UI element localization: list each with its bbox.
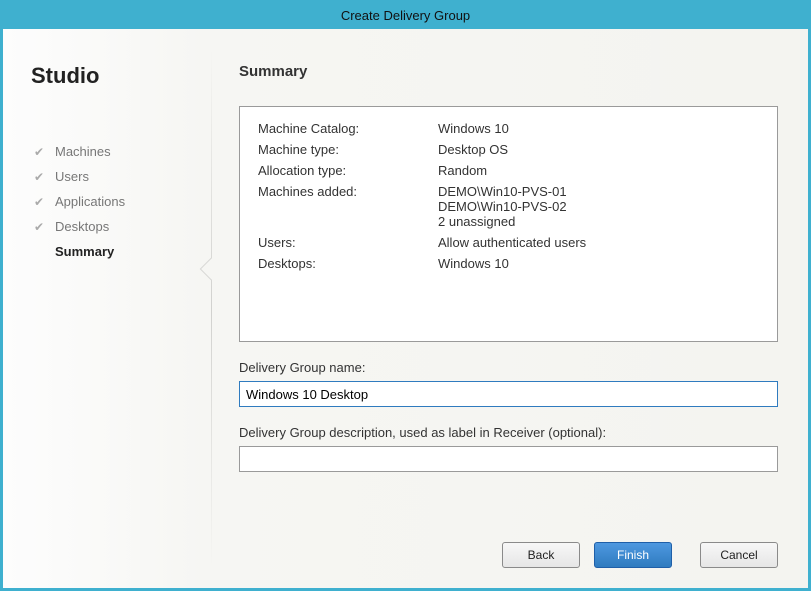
step-applications[interactable]: ✔ Applications [31,189,211,214]
summary-value: Allow authenticated users [438,235,759,250]
delivery-group-description-input[interactable] [239,446,778,472]
summary-row-users: Users: Allow authenticated users [258,235,759,250]
wizard-main: Summary Machine Catalog: Windows 10 Mach… [211,55,778,568]
delivery-group-name-label: Delivery Group name: [239,360,778,375]
check-icon: ✔ [31,195,47,209]
step-summary[interactable]: ✔ Summary [31,239,211,264]
wizard-sidebar: Studio ✔ Machines ✔ Users ✔ Applications… [31,55,211,568]
step-machines[interactable]: ✔ Machines [31,139,211,164]
summary-row-machine-type: Machine type: Desktop OS [258,142,759,157]
summary-row-machines-added: Machines added: DEMO\Win10-PVS-01 DEMO\W… [258,184,759,229]
step-label: Summary [55,244,114,259]
step-users[interactable]: ✔ Users [31,164,211,189]
check-icon: ✔ [31,220,47,234]
delivery-group-name-input[interactable] [239,381,778,407]
summary-label: Users: [258,235,438,250]
sidebar-divider [211,49,212,568]
summary-label: Machines added: [258,184,438,229]
summary-value: Random [438,163,759,178]
client-area: Studio ✔ Machines ✔ Users ✔ Applications… [3,29,808,588]
summary-value: Desktop OS [438,142,759,157]
summary-row-machine-catalog: Machine Catalog: Windows 10 [258,121,759,136]
summary-label: Machine Catalog: [258,121,438,136]
window-title: Create Delivery Group [3,3,808,29]
summary-box: Machine Catalog: Windows 10 Machine type… [239,106,778,342]
step-label: Users [55,169,89,184]
back-button[interactable]: Back [502,542,580,568]
delivery-group-description-label: Delivery Group description, used as labe… [239,425,778,440]
page-heading: Summary [239,63,778,80]
wizard-steps: ✔ Machines ✔ Users ✔ Applications ✔ Desk… [31,139,211,264]
wizard-buttons: Back Finish Cancel [239,518,778,568]
summary-label: Desktops: [258,256,438,271]
summary-value: Windows 10 [438,121,759,136]
summary-row-desktops: Desktops: Windows 10 [258,256,759,271]
summary-value: Windows 10 [438,256,759,271]
summary-label: Allocation type: [258,163,438,178]
check-icon: ✔ [31,170,47,184]
product-heading: Studio [31,63,211,89]
summary-label: Machine type: [258,142,438,157]
step-desktops[interactable]: ✔ Desktops [31,214,211,239]
step-label: Desktops [55,219,109,234]
finish-button[interactable]: Finish [594,542,672,568]
summary-value: DEMO\Win10-PVS-01 DEMO\Win10-PVS-02 2 un… [438,184,759,229]
check-icon: ✔ [31,145,47,159]
cancel-button[interactable]: Cancel [700,542,778,568]
step-label: Machines [55,144,111,159]
wizard-window: Create Delivery Group Studio ✔ Machines … [0,0,811,591]
step-label: Applications [55,194,125,209]
summary-row-allocation-type: Allocation type: Random [258,163,759,178]
